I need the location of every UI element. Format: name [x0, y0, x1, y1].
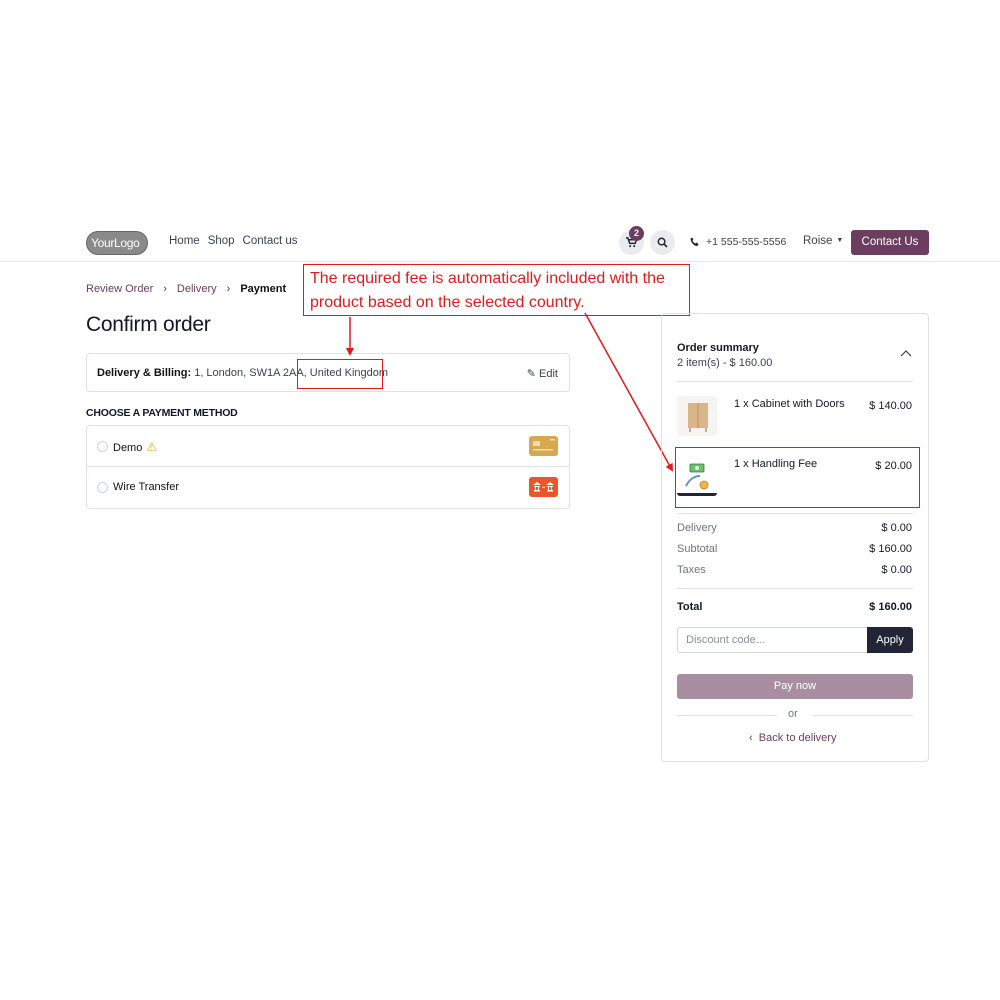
breadcrumb-delivery[interactable]: Delivery	[177, 283, 217, 295]
user-menu[interactable]: Roise ▼	[803, 235, 843, 247]
order-item-name: 1 x Cabinet with Doors	[734, 398, 845, 410]
search-button[interactable]	[650, 230, 675, 255]
bank-transfer-icon	[529, 477, 558, 497]
annotation-line-2: product based on the selected country.	[310, 294, 585, 311]
payment-method-list: Demo ⚠ Wire Transfer	[86, 425, 570, 509]
back-to-delivery-label: Back to delivery	[758, 732, 837, 744]
breadcrumb-review-order[interactable]: Review Order	[86, 283, 153, 295]
discount-code-input[interactable]	[677, 627, 868, 653]
delivery-value: $ 0.00	[881, 522, 912, 534]
chevron-up-icon[interactable]	[900, 349, 912, 357]
taxes-label: Taxes	[677, 564, 706, 576]
edit-label: Edit	[539, 368, 558, 380]
chevron-right-icon: ›	[226, 283, 231, 295]
payment-method-heading: CHOOSE A PAYMENT METHOD	[86, 407, 238, 419]
handling-fee-thumbnail	[677, 456, 717, 496]
pay-now-button[interactable]: Pay now	[677, 674, 913, 699]
annotation-callout: The required fee is automatically includ…	[303, 264, 690, 316]
breadcrumb: Review Order › Delivery › Payment	[86, 283, 286, 295]
nav-home[interactable]: Home	[169, 235, 200, 247]
search-icon	[657, 237, 668, 248]
edit-address-link[interactable]: ✎ Edit	[527, 367, 558, 380]
order-item-count: 2 item(s) - $ 160.00	[677, 357, 773, 369]
page-title: Confirm order	[86, 313, 211, 336]
caret-down-icon: ▼	[836, 237, 844, 245]
divider	[677, 513, 913, 514]
order-summary-panel: Order summary 2 item(s) - $ 160.00 1 x C…	[661, 313, 929, 762]
demo-label: Demo	[113, 442, 143, 454]
divider	[677, 381, 913, 382]
contact-us-button[interactable]: Contact Us	[851, 230, 929, 255]
payment-option-wire-transfer[interactable]: Wire Transfer	[87, 467, 569, 508]
wire-transfer-radio[interactable]	[97, 482, 108, 493]
cart-count-badge: 2	[629, 226, 644, 241]
user-name: Roise	[803, 235, 833, 247]
payment-option-demo[interactable]: Demo ⚠	[87, 426, 569, 467]
taxes-value: $ 0.00	[881, 564, 912, 576]
nav-contact-us[interactable]: Contact us	[243, 235, 298, 247]
annotation-line-1: The required fee is automatically includ…	[310, 270, 665, 287]
divider	[677, 588, 913, 589]
phone-icon	[690, 237, 699, 246]
cart-button[interactable]: 2	[619, 226, 644, 255]
chevron-left-icon: ‹	[749, 732, 753, 744]
total-label: Total	[677, 601, 703, 613]
order-summary-title: Order summary	[677, 342, 759, 354]
demo-radio[interactable]	[97, 441, 108, 452]
delivery-billing-label: Delivery & Billing:	[97, 367, 192, 379]
chevron-right-icon: ›	[163, 283, 167, 295]
breadcrumb-payment: Payment	[240, 283, 287, 295]
or-separator: or	[788, 708, 798, 720]
delivery-label: Delivery	[677, 522, 717, 534]
total-value: $ 160.00	[869, 601, 912, 613]
phone-number: +1 555-555-5556	[706, 236, 787, 248]
main-nav: Home Shop Contact us	[169, 235, 298, 247]
subtotal-value: $ 160.00	[869, 543, 912, 555]
subtotal-label: Subtotal	[677, 543, 718, 555]
wire-transfer-label: Wire Transfer	[113, 481, 180, 493]
payment-option-label: Demo ⚠	[113, 440, 157, 454]
site-logo[interactable]: YourLogo	[86, 231, 148, 255]
nav-shop[interactable]: Shop	[208, 235, 235, 247]
divider	[813, 715, 913, 716]
order-item-price: $ 140.00	[869, 400, 912, 412]
divider	[677, 715, 777, 716]
apply-discount-button[interactable]: Apply	[867, 627, 913, 653]
cabinet-thumbnail	[677, 396, 717, 436]
site-header: YourLogo Home Shop Contact us 2 +1 555-5…	[0, 222, 1000, 262]
pencil-icon: ✎	[526, 368, 536, 380]
logo-text: YourLogo	[91, 236, 140, 250]
order-item-price: $ 20.00	[875, 460, 912, 472]
phone-link[interactable]: +1 555-555-5556	[690, 236, 786, 248]
country-highlight-box	[297, 359, 383, 389]
credit-card-icon	[529, 436, 558, 456]
order-item-name: 1 x Handling Fee	[734, 458, 818, 470]
warning-icon: ⚠	[146, 440, 158, 454]
back-to-delivery-link[interactable]: ‹ Back to delivery	[749, 732, 836, 744]
